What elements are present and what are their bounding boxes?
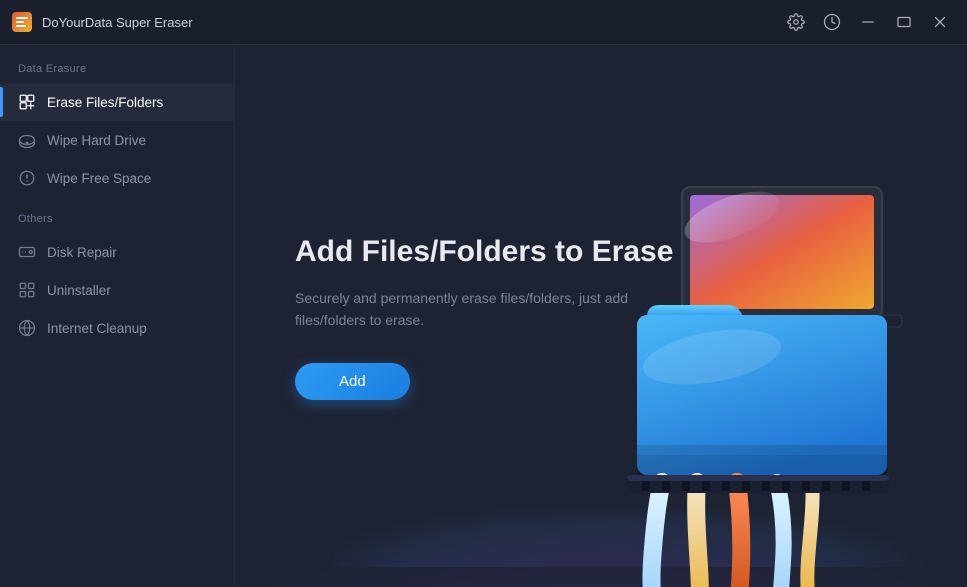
gear-icon [787,13,805,31]
sidebar-item-disk-repair[interactable]: Disk Repair [0,233,234,271]
settings-button[interactable] [781,7,811,37]
maximize-icon [895,13,913,31]
app-layout: Data Erasure Erase Files/Folders Wipe Ha… [0,45,967,587]
history-button[interactable] [817,7,847,37]
close-button[interactable] [925,7,955,37]
main-content: Add Files/Folders to Erase Securely and … [235,45,967,587]
hero-section: Add Files/Folders to Erase Securely and … [295,232,695,401]
erase-files-icon [18,93,36,111]
close-icon [931,13,949,31]
sidebar-label-wipe-free-space: Wipe Free Space [47,171,151,186]
sidebar-label-disk-repair: Disk Repair [47,245,117,260]
internet-cleanup-icon [18,319,36,337]
sidebar-item-erase-files[interactable]: Erase Files/Folders [0,83,234,121]
uninstaller-icon [18,281,36,299]
sidebar-label-erase-files: Erase Files/Folders [47,95,163,110]
sidebar-item-wipe-hard-drive[interactable]: Wipe Hard Drive [0,121,234,159]
disk-repair-icon [18,243,36,261]
sidebar-section-others: Others [0,213,234,233]
sidebar-section-data-erasure: Data Erasure [0,63,234,83]
app-title: DoYourData Super Eraser [42,15,193,30]
sidebar: Data Erasure Erase Files/Folders Wipe Ha… [0,45,235,587]
sidebar-label-wipe-hard-drive: Wipe Hard Drive [47,133,146,148]
clock-icon [823,13,841,31]
hero-description: Securely and permanently erase files/fol… [295,287,635,332]
sidebar-item-wipe-free-space[interactable]: Wipe Free Space [0,159,234,197]
minimize-button[interactable] [853,7,883,37]
sidebar-item-uninstaller[interactable]: Uninstaller [0,271,234,309]
hard-drive-icon [18,131,36,149]
maximize-button[interactable] [889,7,919,37]
minimize-icon [859,13,877,31]
title-bar: DoYourData Super Eraser [0,0,967,45]
add-button[interactable]: Add [295,363,410,400]
wipe-free-space-icon [18,169,36,187]
sidebar-label-uninstaller: Uninstaller [47,283,111,298]
title-bar-right [781,7,955,37]
sidebar-label-internet-cleanup: Internet Cleanup [47,321,147,336]
app-logo-icon [10,10,34,34]
sidebar-separator [0,197,234,213]
hero-title: Add Files/Folders to Erase [295,232,695,271]
sidebar-item-internet-cleanup[interactable]: Internet Cleanup [0,309,234,347]
title-bar-left: DoYourData Super Eraser [10,10,193,34]
